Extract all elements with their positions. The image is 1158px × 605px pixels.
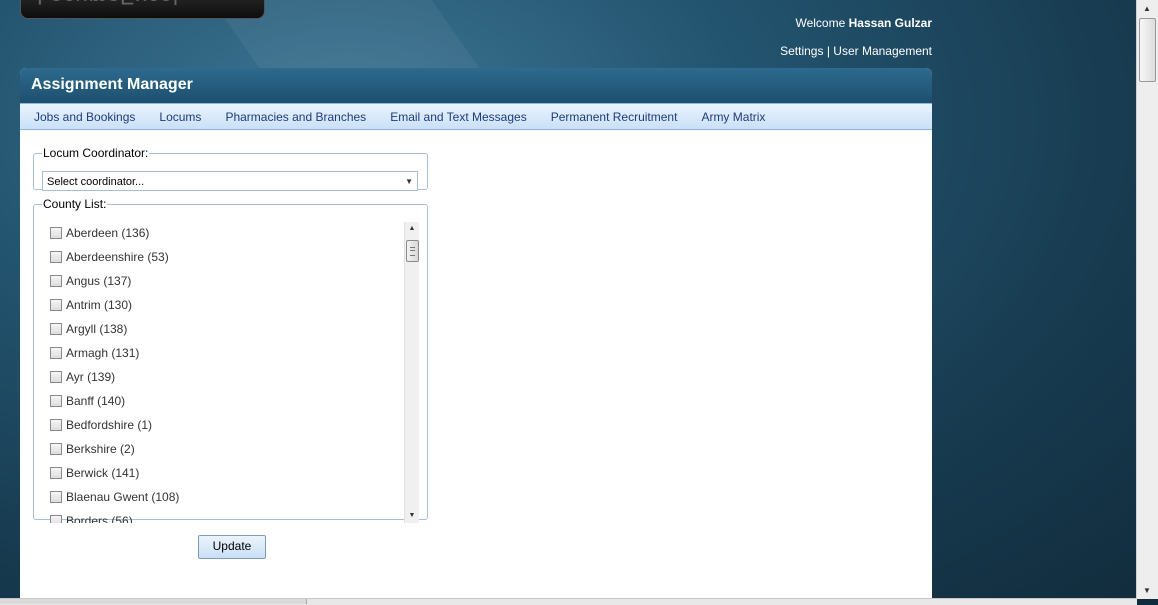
page: { "header": { "logo_text": "LocumsExcel"… xyxy=(0,0,1158,605)
logo-text: LocumsExcel xyxy=(37,0,179,9)
list-item: Berwick (141) xyxy=(50,463,139,483)
nav-email-and-text-messages[interactable]: Email and Text Messages xyxy=(378,110,539,124)
county-label: Antrim (130) xyxy=(66,298,133,312)
county-checkbox[interactable] xyxy=(50,227,62,239)
locum-coordinator-legend: Locum Coordinator: xyxy=(43,146,149,160)
link-separator: | xyxy=(826,44,830,58)
scrollbar-thumb[interactable] xyxy=(406,240,419,262)
nav-jobs-and-bookings[interactable]: Jobs and Bookings xyxy=(22,110,147,124)
nav-army-matrix[interactable]: Army Matrix xyxy=(689,110,777,124)
county-label: Banff (140) xyxy=(66,394,126,408)
county-label: Angus (137) xyxy=(66,274,132,288)
list-item: Aberdeenshire (53) xyxy=(50,247,169,267)
list-item: Berkshire (2) xyxy=(50,439,135,459)
county-label: Aberdeen (136) xyxy=(66,226,150,240)
county-checkbox[interactable] xyxy=(50,299,62,311)
county-label: Borders (56) xyxy=(66,514,133,523)
county-checkbox[interactable] xyxy=(50,491,62,503)
chevron-down-icon: ▼ xyxy=(405,177,413,186)
list-item: Angus (137) xyxy=(50,271,131,291)
settings-link[interactable]: Settings xyxy=(780,44,823,58)
coordinator-select[interactable]: Select coordinator... ▼ xyxy=(42,171,418,191)
grip-icon xyxy=(410,247,415,256)
list-item: Banff (140) xyxy=(50,391,125,411)
county-list-legend: County List: xyxy=(43,197,107,211)
list-item: Argyll (138) xyxy=(50,319,127,339)
county-checkbox[interactable] xyxy=(50,371,62,383)
scroll-up-icon[interactable]: ▲ xyxy=(405,222,419,236)
county-checkbox[interactable] xyxy=(50,467,62,479)
scroll-down-icon[interactable]: ▼ xyxy=(1143,586,1151,595)
county-label: Berwick (141) xyxy=(66,466,140,480)
list-item: Blaenau Gwent (108) xyxy=(50,487,179,507)
county-label: Aberdeenshire (53) xyxy=(66,250,169,264)
nav-permanent-recruitment[interactable]: Permanent Recruitment xyxy=(539,110,690,124)
main-nav: Jobs and Bookings Locums Pharmacies and … xyxy=(20,103,932,130)
update-button[interactable]: Update xyxy=(198,535,266,559)
logo: LocumsExcel xyxy=(20,0,265,19)
county-checkbox[interactable] xyxy=(50,395,62,407)
county-label: Argyll (138) xyxy=(66,322,128,336)
user-management-link[interactable]: User Management xyxy=(833,44,932,58)
user-name: Hassan Gulzar xyxy=(848,16,932,30)
county-checkbox[interactable] xyxy=(50,251,62,263)
window-scrollbar[interactable]: ▲ ▼ xyxy=(1136,0,1158,599)
horizontal-scrollbar[interactable] xyxy=(0,598,1137,605)
county-checkbox[interactable] xyxy=(50,419,62,431)
window-scrollbar-thumb[interactable] xyxy=(1139,18,1156,82)
scroll-up-icon[interactable]: ▲ xyxy=(1143,4,1151,13)
welcome-prefix: Welcome xyxy=(795,16,846,30)
county-checkbox[interactable] xyxy=(50,443,62,455)
county-label: Bedfordshire (1) xyxy=(66,418,153,432)
list-item: Aberdeen (136) xyxy=(50,223,149,243)
panel-title: Assignment Manager xyxy=(20,68,932,103)
county-checkbox[interactable] xyxy=(50,347,62,359)
welcome-message: Welcome Hassan Gulzar xyxy=(795,16,932,30)
list-item: Bedfordshire (1) xyxy=(50,415,152,435)
county-checkbox[interactable] xyxy=(50,515,62,523)
coordinator-select-value: Select coordinator... xyxy=(47,176,145,188)
county-checkbox[interactable] xyxy=(50,275,62,287)
list-item: Armagh (131) xyxy=(50,343,139,363)
list-item: Borders (56) xyxy=(50,511,133,523)
county-checkbox[interactable] xyxy=(50,323,62,335)
horizontal-scrollbar-thumb[interactable] xyxy=(0,599,307,604)
scroll-down-icon[interactable]: ▼ xyxy=(405,509,419,523)
county-label: Armagh (131) xyxy=(66,346,140,360)
county-list: Aberdeen (136) Aberdeenshire (53) Angus … xyxy=(44,222,420,523)
county-label: Blaenau Gwent (108) xyxy=(66,490,180,504)
locum-coordinator-group: Locum Coordinator: Select coordinator...… xyxy=(33,146,428,191)
list-item: Ayr (139) xyxy=(50,367,115,387)
nav-pharmacies-and-branches[interactable]: Pharmacies and Branches xyxy=(213,110,378,124)
county-list-scrollbar[interactable]: ▲ ▼ xyxy=(404,222,419,523)
assignment-manager-panel: Assignment Manager Jobs and Bookings Loc… xyxy=(20,68,932,605)
county-label: Berkshire (2) xyxy=(66,442,135,456)
list-item: Antrim (130) xyxy=(50,295,132,315)
top-links: Settings | User Management xyxy=(780,44,932,58)
nav-locums[interactable]: Locums xyxy=(147,110,213,124)
county-label: Ayr (139) xyxy=(66,370,116,384)
county-list-group: County List: Aberdeen (136) Aberdeenshir… xyxy=(33,197,428,523)
